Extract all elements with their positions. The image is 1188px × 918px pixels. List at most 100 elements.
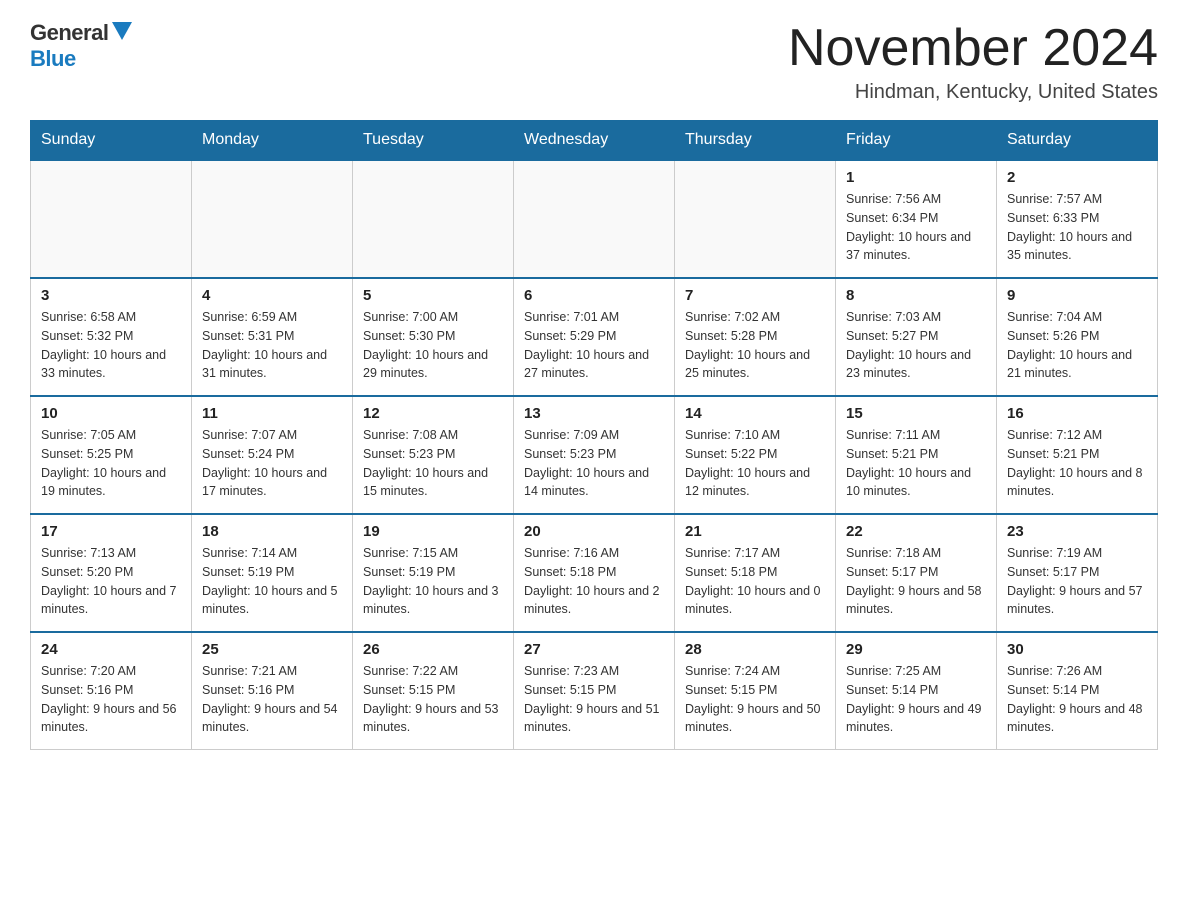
logo-blue-text: Blue [30, 46, 76, 72]
day-info: Sunrise: 7:56 AM Sunset: 6:34 PM Dayligh… [846, 190, 986, 265]
calendar-header: SundayMondayTuesdayWednesdayThursdayFrid… [31, 121, 1158, 161]
calendar-week-row: 10Sunrise: 7:05 AM Sunset: 5:25 PM Dayli… [31, 396, 1158, 514]
day-info: Sunrise: 7:25 AM Sunset: 5:14 PM Dayligh… [846, 662, 986, 737]
logo: General Blue [30, 20, 132, 72]
day-info: Sunrise: 7:10 AM Sunset: 5:22 PM Dayligh… [685, 426, 825, 501]
calendar-day-cell: 13Sunrise: 7:09 AM Sunset: 5:23 PM Dayli… [514, 396, 675, 514]
logo-triangle-icon [112, 22, 132, 40]
calendar-day-cell: 27 Sunrise: 7:23 AM Sunset: 5:15 PM Dayli… [514, 632, 675, 750]
day-number: 17 [41, 523, 181, 540]
calendar-week-row: 1 Sunrise: 7:56 AM Sunset: 6:34 PM Daylig… [31, 160, 1158, 278]
day-info: Sunrise: 6:58 AM Sunset: 5:32 PM Dayligh… [41, 308, 181, 383]
calendar-day-cell: 14 Sunrise: 7:10 AM Sunset: 5:22 PM Dayli… [675, 396, 836, 514]
day-info: Sunrise: 7:57 AM Sunset: 6:33 PM Dayligh… [1007, 190, 1147, 265]
weekday-header-row: SundayMondayTuesdayWednesdayThursdayFrid… [31, 121, 1158, 161]
calendar-week-row: 3 Sunrise: 6:58 AM Sunset: 5:32 PM Daylig… [31, 278, 1158, 396]
day-number: 14 [685, 405, 825, 422]
calendar-day-cell [514, 160, 675, 278]
day-number: 26 [363, 641, 503, 658]
calendar-day-cell: 17 Sunrise: 7:13 AM Sunset: 5:20 PM Dayli… [31, 514, 192, 632]
day-number: 7 [685, 287, 825, 304]
weekday-header-saturday: Saturday [997, 121, 1158, 161]
calendar-day-cell: 22 Sunrise: 7:18 AM Sunset: 5:17 PM Dayli… [836, 514, 997, 632]
day-info: Sunrise: 7:19 AM Sunset: 5:17 PM Dayligh… [1007, 544, 1147, 619]
calendar-day-cell: 2 Sunrise: 7:57 AM Sunset: 6:33 PM Daylig… [997, 160, 1158, 278]
day-number: 10 [41, 405, 181, 422]
day-info: Sunrise: 7:12 AM Sunset: 5:21 PM Dayligh… [1007, 426, 1147, 501]
calendar-day-cell [675, 160, 836, 278]
title-area: November 2024 Hindman, Kentucky, United … [788, 20, 1158, 104]
day-number: 8 [846, 287, 986, 304]
calendar-day-cell: 18 Sunrise: 7:14 AM Sunset: 5:19 PM Dayli… [192, 514, 353, 632]
weekday-header-wednesday: Wednesday [514, 121, 675, 161]
day-info: Sunrise: 7:23 AM Sunset: 5:15 PM Dayligh… [524, 662, 664, 737]
calendar-day-cell: 16 Sunrise: 7:12 AM Sunset: 5:21 PM Dayli… [997, 396, 1158, 514]
day-info: Sunrise: 6:59 AM Sunset: 5:31 PM Dayligh… [202, 308, 342, 383]
day-number: 11 [202, 405, 342, 422]
day-number: 15 [846, 405, 986, 422]
day-info: Sunrise: 7:16 AM Sunset: 5:18 PM Dayligh… [524, 544, 664, 619]
day-number: 3 [41, 287, 181, 304]
calendar-day-cell [353, 160, 514, 278]
day-info: Sunrise: 7:14 AM Sunset: 5:19 PM Dayligh… [202, 544, 342, 619]
day-number: 16 [1007, 405, 1147, 422]
month-year-title: November 2024 [788, 20, 1158, 77]
day-info: Sunrise: 7:01 AM Sunset: 5:29 PM Dayligh… [524, 308, 664, 383]
day-number: 20 [524, 523, 664, 540]
day-info: Sunrise: 7:24 AM Sunset: 5:15 PM Dayligh… [685, 662, 825, 737]
calendar-day-cell [31, 160, 192, 278]
day-number: 5 [363, 287, 503, 304]
day-number: 23 [1007, 523, 1147, 540]
calendar-day-cell: 19 Sunrise: 7:15 AM Sunset: 5:19 PM Dayli… [353, 514, 514, 632]
day-info: Sunrise: 7:11 AM Sunset: 5:21 PM Dayligh… [846, 426, 986, 501]
day-info: Sunrise: 7:17 AM Sunset: 5:18 PM Dayligh… [685, 544, 825, 619]
calendar-day-cell: 24 Sunrise: 7:20 AM Sunset: 5:16 PM Dayli… [31, 632, 192, 750]
calendar-body: 1 Sunrise: 7:56 AM Sunset: 6:34 PM Daylig… [31, 160, 1158, 750]
day-info: Sunrise: 7:04 AM Sunset: 5:26 PM Dayligh… [1007, 308, 1147, 383]
calendar-day-cell: 21 Sunrise: 7:17 AM Sunset: 5:18 PM Dayli… [675, 514, 836, 632]
day-number: 28 [685, 641, 825, 658]
day-number: 24 [41, 641, 181, 658]
calendar-day-cell: 28 Sunrise: 7:24 AM Sunset: 5:15 PM Dayli… [675, 632, 836, 750]
day-info: Sunrise: 7:22 AM Sunset: 5:15 PM Dayligh… [363, 662, 503, 737]
day-number: 2 [1007, 169, 1147, 186]
day-number: 27 [524, 641, 664, 658]
header: General Blue November 2024 Hindman, Kent… [30, 20, 1158, 104]
day-number: 30 [1007, 641, 1147, 658]
day-info: Sunrise: 7:08 AM Sunset: 5:23 PM Dayligh… [363, 426, 503, 501]
calendar-day-cell: 26 Sunrise: 7:22 AM Sunset: 5:15 PM Dayli… [353, 632, 514, 750]
day-info: Sunrise: 7:15 AM Sunset: 5:19 PM Dayligh… [363, 544, 503, 619]
day-number: 18 [202, 523, 342, 540]
calendar-day-cell: 6 Sunrise: 7:01 AM Sunset: 5:29 PM Daylig… [514, 278, 675, 396]
day-number: 21 [685, 523, 825, 540]
day-number: 29 [846, 641, 986, 658]
day-info: Sunrise: 7:13 AM Sunset: 5:20 PM Dayligh… [41, 544, 181, 619]
calendar-day-cell: 11 Sunrise: 7:07 AM Sunset: 5:24 PM Dayli… [192, 396, 353, 514]
day-info: Sunrise: 7:20 AM Sunset: 5:16 PM Dayligh… [41, 662, 181, 737]
day-number: 22 [846, 523, 986, 540]
day-info: Sunrise: 7:21 AM Sunset: 5:16 PM Dayligh… [202, 662, 342, 737]
weekday-header-tuesday: Tuesday [353, 121, 514, 161]
calendar-day-cell: 25Sunrise: 7:21 AM Sunset: 5:16 PM Dayli… [192, 632, 353, 750]
calendar-day-cell: 8 Sunrise: 7:03 AM Sunset: 5:27 PM Daylig… [836, 278, 997, 396]
calendar-day-cell: 30Sunrise: 7:26 AM Sunset: 5:14 PM Dayli… [997, 632, 1158, 750]
weekday-header-sunday: Sunday [31, 121, 192, 161]
calendar-day-cell: 7Sunrise: 7:02 AM Sunset: 5:28 PM Daylig… [675, 278, 836, 396]
calendar-day-cell: 12 Sunrise: 7:08 AM Sunset: 5:23 PM Dayli… [353, 396, 514, 514]
day-number: 12 [363, 405, 503, 422]
weekday-header-thursday: Thursday [675, 121, 836, 161]
weekday-header-friday: Friday [836, 121, 997, 161]
day-number: 13 [524, 405, 664, 422]
calendar-day-cell [192, 160, 353, 278]
day-info: Sunrise: 7:07 AM Sunset: 5:24 PM Dayligh… [202, 426, 342, 501]
day-info: Sunrise: 7:00 AM Sunset: 5:30 PM Dayligh… [363, 308, 503, 383]
calendar-day-cell: 9Sunrise: 7:04 AM Sunset: 5:26 PM Daylig… [997, 278, 1158, 396]
day-number: 6 [524, 287, 664, 304]
day-info: Sunrise: 7:18 AM Sunset: 5:17 PM Dayligh… [846, 544, 986, 619]
day-number: 19 [363, 523, 503, 540]
calendar-day-cell: 5 Sunrise: 7:00 AM Sunset: 5:30 PM Daylig… [353, 278, 514, 396]
day-info: Sunrise: 7:03 AM Sunset: 5:27 PM Dayligh… [846, 308, 986, 383]
calendar-day-cell: 3 Sunrise: 6:58 AM Sunset: 5:32 PM Daylig… [31, 278, 192, 396]
calendar-week-row: 24 Sunrise: 7:20 AM Sunset: 5:16 PM Dayli… [31, 632, 1158, 750]
day-number: 1 [846, 169, 986, 186]
